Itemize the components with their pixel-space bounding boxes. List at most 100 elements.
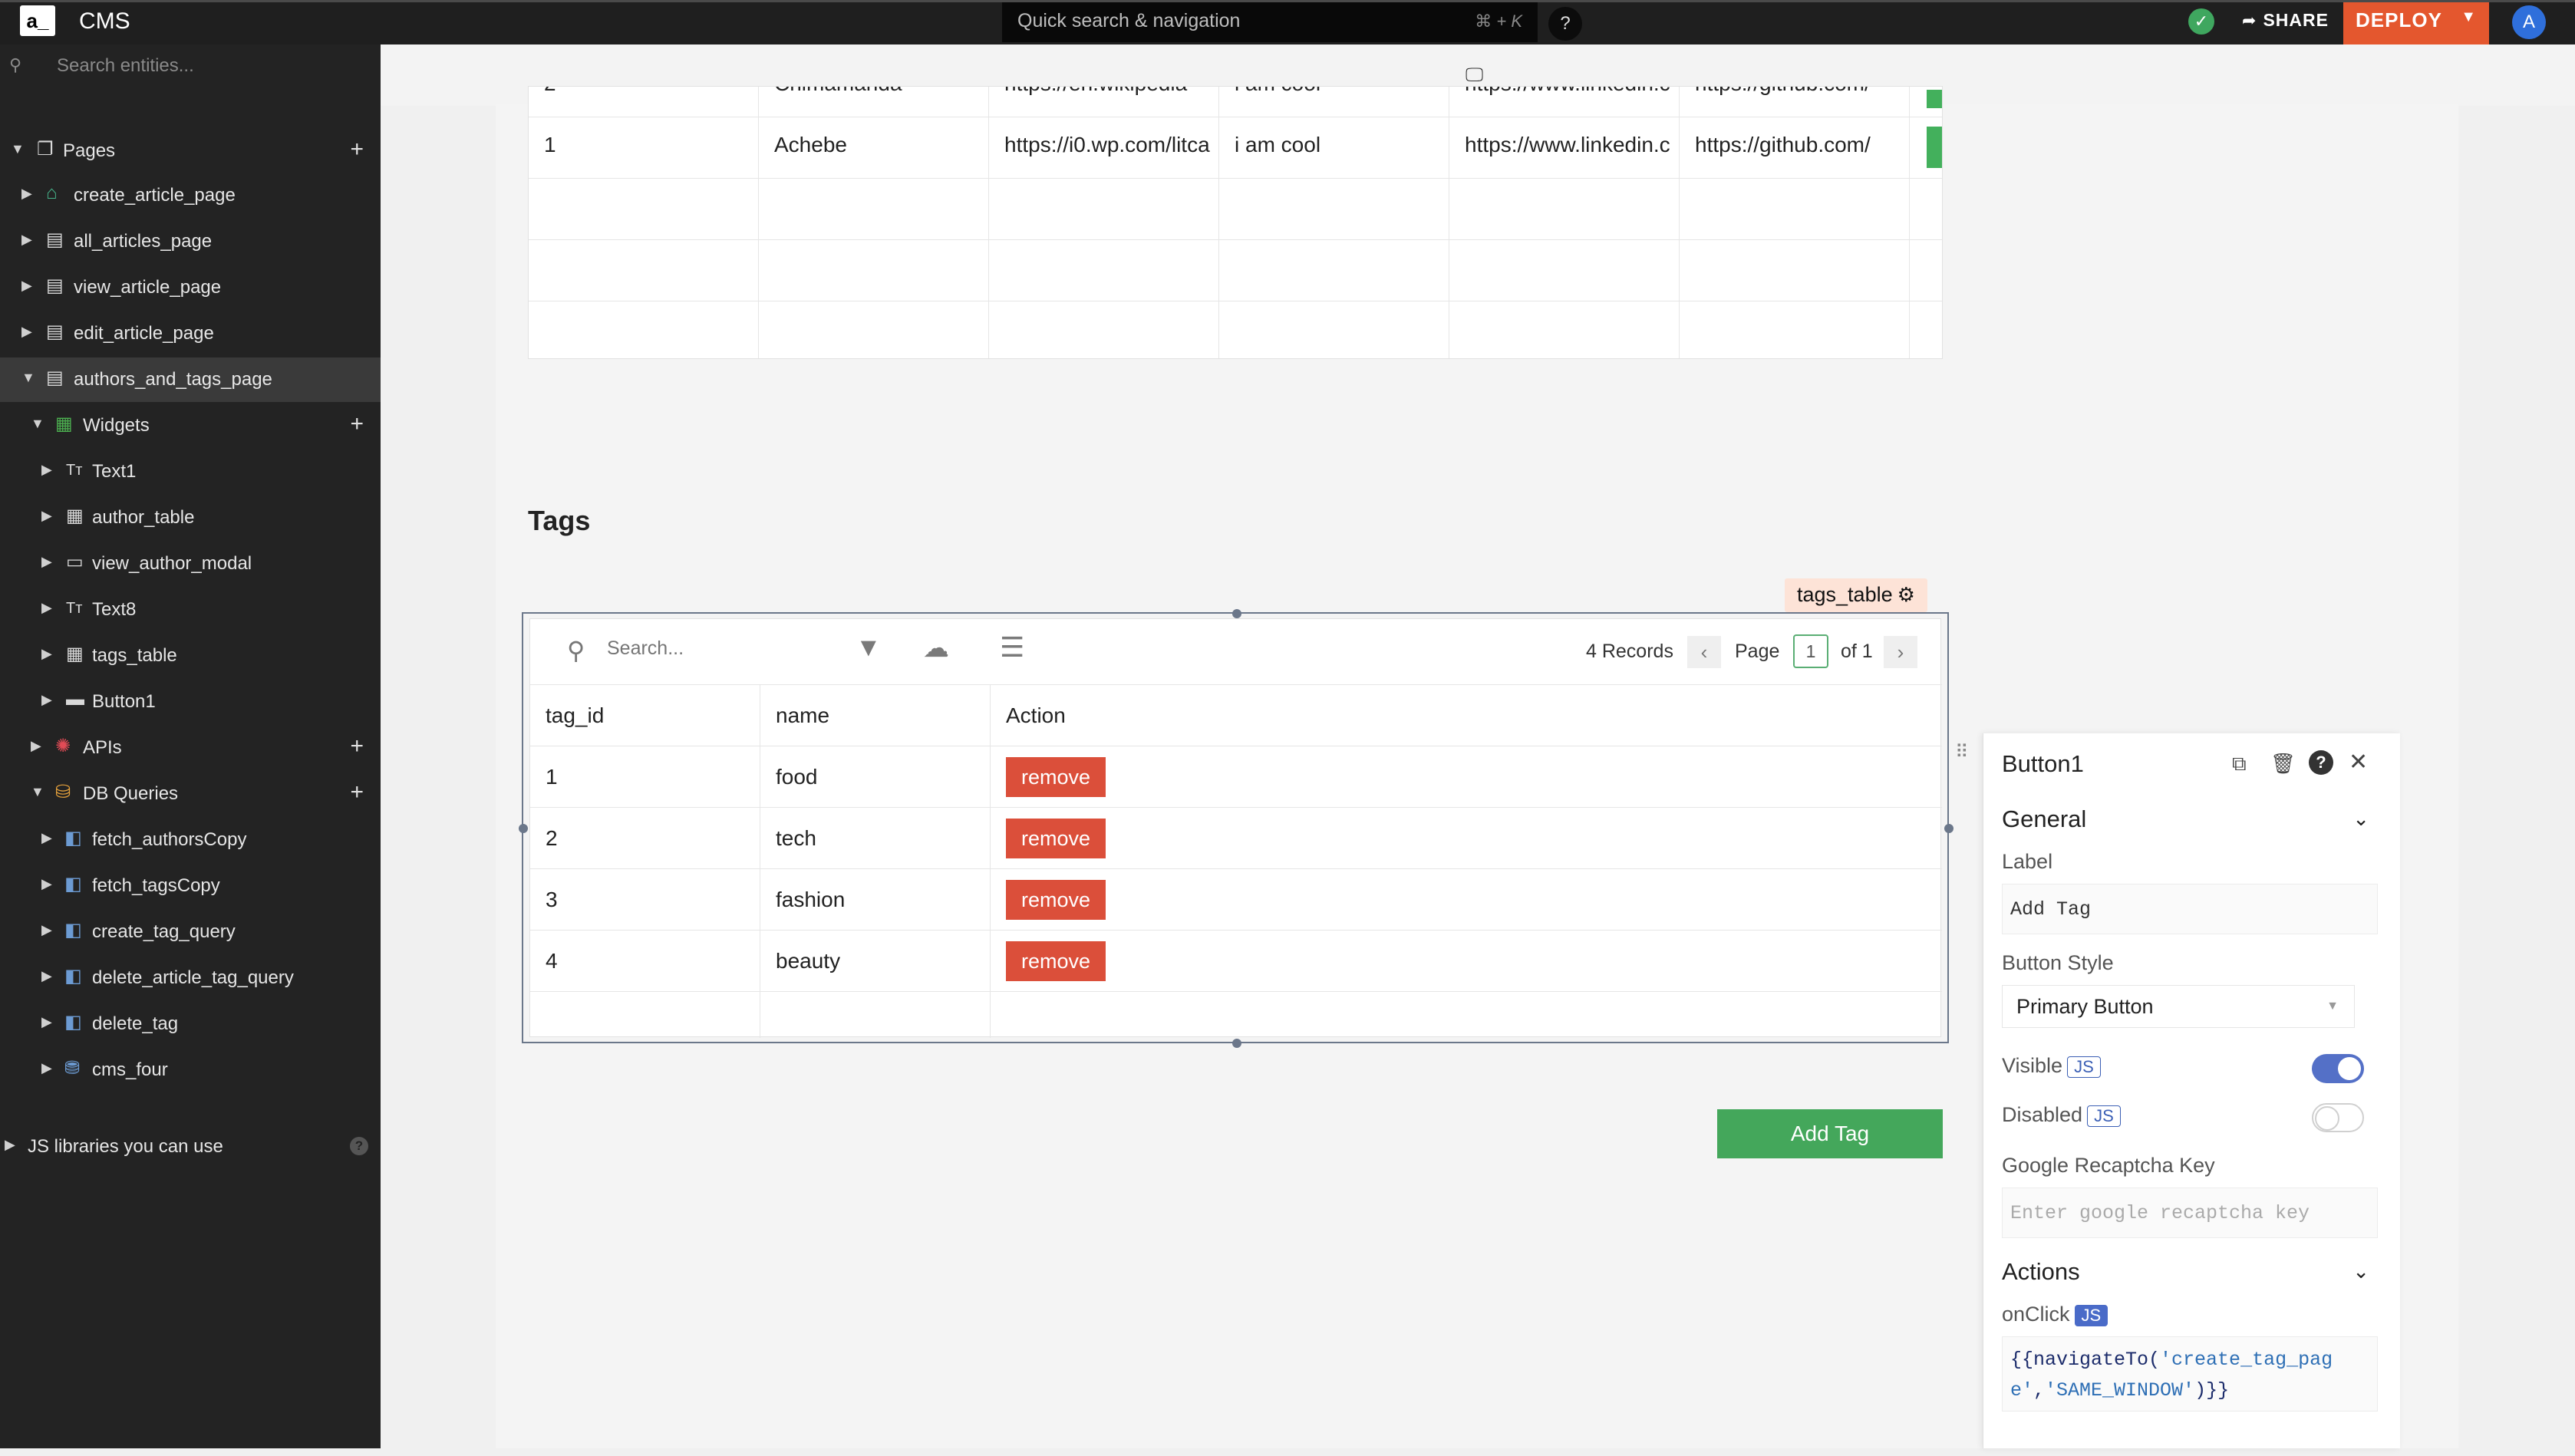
actions-section-title[interactable]: Actions [2002, 1258, 2080, 1286]
selected-widget-name-tag[interactable]: tags_table ⚙ [1785, 578, 1927, 612]
user-avatar[interactable]: A [2512, 5, 2546, 39]
chevron-right-icon[interactable]: ▶ [41, 830, 52, 846]
deploy-dropdown-icon[interactable]: ▼ [2461, 8, 2477, 26]
chevron-down-icon[interactable]: ⌄ [2352, 1260, 2369, 1283]
tree-widget-item[interactable]: ▶ Tт Text1 [0, 450, 381, 494]
resize-handle-top[interactable] [1232, 609, 1241, 618]
help-icon[interactable]: ? [2309, 750, 2333, 775]
chevron-right-icon[interactable]: ▶ [31, 738, 41, 754]
js-toggle-badge[interactable]: JS [2087, 1105, 2121, 1127]
table-search-input[interactable] [607, 637, 837, 660]
chevron-right-icon[interactable]: ▶ [5, 1137, 15, 1153]
chevron-right-icon[interactable]: ▶ [21, 186, 32, 202]
tree-query-item[interactable]: ▶ ◧ fetch_authorsCopy [0, 818, 381, 862]
chevron-right-icon[interactable]: ▶ [41, 876, 52, 892]
remove-button[interactable]: remove [1006, 941, 1106, 981]
tags-table[interactable]: ⚲ ▼ ☁ ☰ 4 Records ‹ Page 1 of 1 › tag_id… [529, 618, 1942, 1038]
chevron-right-icon[interactable]: ▶ [41, 692, 52, 708]
deploy-button[interactable]: DEPLOY ▼ [2343, 2, 2489, 45]
resize-handle-bottom[interactable] [1232, 1039, 1241, 1048]
download-icon[interactable]: ☁ [923, 633, 949, 664]
author-table[interactable]: 2 Chimamanda https://en.wikipedia i am c… [528, 86, 1943, 359]
js-toggle-badge-active[interactable]: JS [2074, 1304, 2108, 1326]
chevron-right-icon[interactable]: ▶ [41, 508, 52, 524]
share-button[interactable]: ➦ SHARE [2242, 10, 2329, 31]
app-logo[interactable]: a_ [20, 5, 55, 36]
tree-pages-group[interactable]: ▼ ❐ Pages + [0, 129, 381, 173]
tree-page-item[interactable]: ▶ ⌂ create_article_page [0, 173, 381, 218]
help-button[interactable]: ? [1548, 7, 1582, 41]
add-query-icon[interactable]: + [350, 779, 364, 805]
table-row[interactable]: 2 tech remove [530, 808, 1942, 869]
chevron-right-icon[interactable]: ▶ [41, 554, 52, 570]
tree-js-libraries[interactable]: ▶ JS libraries you can use ? [0, 1125, 381, 1169]
app-title[interactable]: CMS [79, 8, 130, 35]
js-toggle-badge[interactable]: JS [2067, 1056, 2101, 1078]
add-tag-button[interactable]: Add Tag [1717, 1109, 1943, 1158]
tree-query-item[interactable]: ▶ ◧ delete_article_tag_query [0, 956, 381, 1000]
tree-query-item[interactable]: ▶ ⛃ cms_four [0, 1048, 381, 1092]
add-widget-icon[interactable]: + [350, 411, 364, 437]
help-icon[interactable]: ? [350, 1137, 368, 1155]
table-row[interactable]: 2 Chimamanda https://en.wikipedia i am c… [529, 87, 1942, 117]
chevron-right-icon[interactable]: ▶ [41, 922, 52, 938]
chevron-down-icon[interactable]: ▼ [21, 370, 35, 386]
chevron-right-icon[interactable]: ▶ [41, 600, 52, 616]
close-icon[interactable]: ✕ [2349, 749, 2368, 776]
tree-widget-item[interactable]: ▶ ▦ author_table [0, 496, 381, 540]
remove-button[interactable]: remove [1006, 880, 1106, 920]
drag-handle-icon[interactable]: ⠿ [1955, 741, 1969, 763]
tree-widget-item[interactable]: ▶ ▬ Button1 [0, 680, 381, 724]
filter-icon[interactable]: ▼ [856, 633, 882, 663]
resize-handle-left[interactable] [519, 824, 528, 833]
copy-icon[interactable]: ⧉ [2232, 752, 2247, 776]
recaptcha-input[interactable]: Enter google recaptcha key [2002, 1188, 2378, 1238]
prev-page-button[interactable]: ‹ [1687, 636, 1721, 668]
row-action-button[interactable] [1927, 90, 1942, 108]
tree-query-item[interactable]: ▶ ◧ delete_tag [0, 1002, 381, 1046]
table-row[interactable]: 4 beauty remove [530, 931, 1942, 992]
button-style-select[interactable]: Primary Button ▼ [2002, 985, 2355, 1028]
column-header[interactable]: name [760, 685, 991, 746]
delete-icon[interactable]: 🗑 [2270, 752, 2296, 776]
chevron-right-icon[interactable]: ▶ [41, 1060, 52, 1076]
tree-page-item-selected[interactable]: ▼ ▤ authors_and_tags_page [0, 357, 381, 402]
resize-handle-right[interactable] [1944, 824, 1954, 833]
chevron-right-icon[interactable]: ▶ [41, 462, 52, 478]
tree-widgets-group[interactable]: ▼ ▦ Widgets + [0, 404, 381, 448]
gear-icon[interactable]: ⚙ [1897, 583, 1915, 606]
tree-db-queries-group[interactable]: ▼ ⛁ DB Queries + [0, 772, 381, 816]
property-pane-title[interactable]: Button1 [2002, 750, 2084, 778]
quick-search-bar[interactable]: Quick search & navigation ⌘ + K [1002, 2, 1538, 42]
tree-query-item[interactable]: ▶ ◧ fetch_tagsCopy [0, 864, 381, 908]
desktop-view-icon[interactable]: 🖵 [1466, 64, 1483, 86]
chevron-down-icon[interactable]: ▼ [31, 416, 45, 432]
table-row[interactable]: 3 fashion remove [530, 869, 1942, 931]
general-section-title[interactable]: General [2002, 805, 2086, 833]
add-api-icon[interactable]: + [350, 733, 364, 759]
entity-search-input[interactable]: ⚲ Search entities... [0, 44, 381, 84]
disabled-toggle[interactable] [2312, 1103, 2364, 1132]
table-row[interactable]: 1 Achebe https://i0.wp.com/litca i am co… [529, 117, 1942, 179]
table-row[interactable]: 1 food remove [530, 746, 1942, 808]
tree-query-item[interactable]: ▶ ◧ create_tag_query [0, 910, 381, 954]
chevron-right-icon[interactable]: ▶ [21, 324, 32, 340]
add-page-icon[interactable]: + [350, 137, 364, 163]
chevron-right-icon[interactable]: ▶ [21, 278, 32, 294]
column-header[interactable]: Action [991, 685, 1942, 746]
tree-page-item[interactable]: ▶ ▤ all_articles_page [0, 219, 381, 264]
tree-page-item[interactable]: ▶ ▤ edit_article_page [0, 311, 381, 356]
tags-heading[interactable]: Tags [528, 505, 590, 537]
row-action-button[interactable] [1927, 127, 1942, 168]
column-header[interactable]: tag_id [530, 685, 760, 746]
chevron-right-icon[interactable]: ▶ [41, 1014, 52, 1030]
tree-page-item[interactable]: ▶ ▤ view_article_page [0, 265, 381, 310]
chevron-down-icon[interactable]: ▼ [31, 784, 45, 800]
page-number-input[interactable]: 1 [1793, 634, 1828, 668]
label-input[interactable]: Add Tag [2002, 884, 2378, 934]
onclick-code-editor[interactable]: {{navigateTo('create_tag_page','SAME_WIN… [2002, 1336, 2378, 1412]
tree-widget-item[interactable]: ▶ ▭ view_author_modal [0, 542, 381, 586]
remove-button[interactable]: remove [1006, 757, 1106, 797]
tree-widget-item[interactable]: ▶ Tт Text8 [0, 588, 381, 632]
chevron-down-icon[interactable]: ⌄ [2352, 807, 2369, 831]
